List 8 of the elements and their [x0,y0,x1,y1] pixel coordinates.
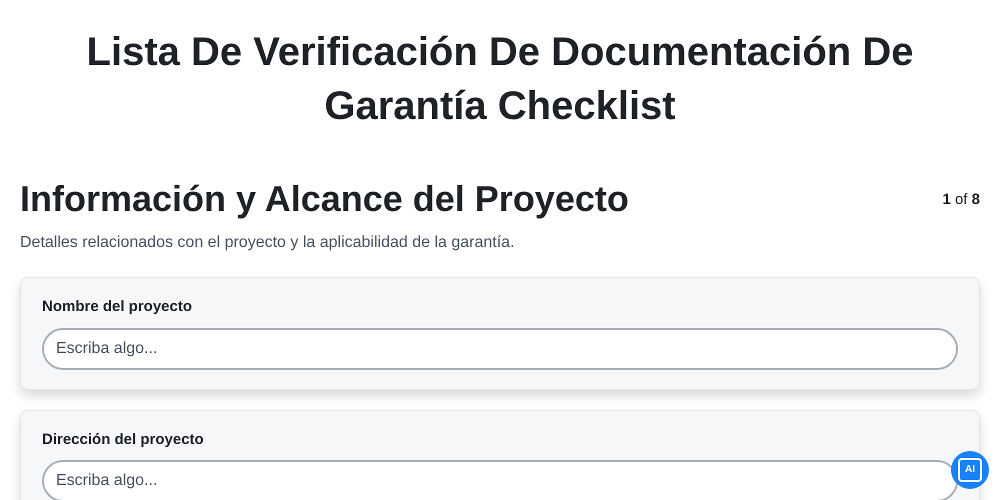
page-indicator: 1 of 8 [942,190,980,210]
field-label: Dirección del proyecto [42,430,205,450]
input-field[interactable]: Escriba algo... [42,460,958,500]
field-label: Nombre del proyecto [42,297,194,317]
section-description: Detalles relacionados con el proyecto y la aplicabilidad de la garantía. [20,233,516,253]
section-heading: Información y Alcance del Proyecto [20,177,629,221]
input-field[interactable]: Escriba algo... [42,328,958,370]
page-title: Lista De Verificación De Documentación De Garantía Checklist [86,29,914,130]
